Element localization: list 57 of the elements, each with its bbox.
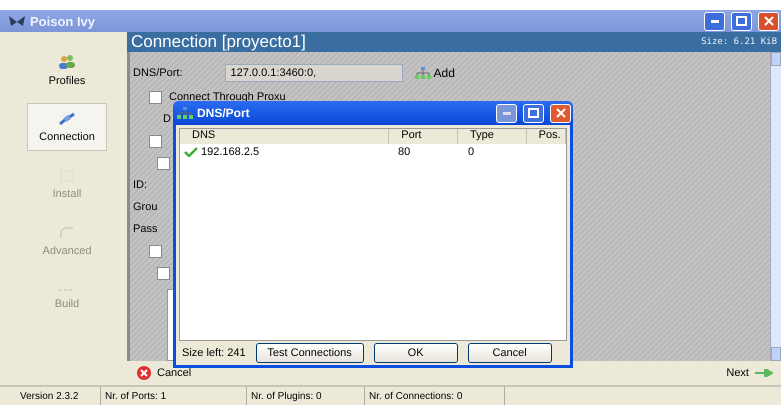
network-icon (177, 107, 193, 119)
checkbox-label: Connect Through Proxu (169, 91, 286, 103)
field-label: D (163, 113, 171, 125)
sidebar-item[interactable]: Profiles (27, 46, 107, 94)
type-cell-text: 0 (467, 146, 476, 158)
field-label: Pass (133, 223, 158, 235)
add-button[interactable]: Add (414, 66, 455, 80)
close-icon (556, 108, 566, 118)
checkbox[interactable] (157, 156, 170, 170)
status-text: Nr. of Ports: 1 (101, 387, 247, 405)
checkbox[interactable] (149, 134, 162, 148)
maximize-button[interactable] (731, 12, 752, 30)
column-header[interactable]: Pos. (526, 129, 566, 144)
cancel-button[interactable]: Cancel (137, 366, 192, 380)
maximize-button[interactable] (523, 104, 544, 122)
plug-icon (58, 112, 76, 126)
close-icon (764, 16, 774, 26)
port-cell-text: 80 (397, 146, 412, 158)
dns-cell: 192.168.2.5 (180, 146, 394, 158)
dialog-button[interactable]: Test Connections (256, 343, 364, 363)
status-text: Version 2.3.2 (16, 387, 101, 405)
checkbox[interactable] (157, 266, 170, 280)
dialog-title: DNS/Port (197, 106, 251, 120)
section-title: Connection [proyecto1] (131, 32, 306, 52)
check-icon (184, 147, 198, 157)
close-circle-icon (137, 366, 151, 380)
maximize-icon (736, 16, 747, 26)
people-icon (58, 54, 76, 70)
butterfly-icon (8, 14, 26, 28)
next-button[interactable]: Next (726, 367, 773, 379)
minimize-icon (502, 112, 510, 114)
field-label: ID: (133, 179, 148, 191)
window-title: Poison Ivy (30, 14, 96, 28)
scrollbar[interactable] (770, 52, 781, 361)
checkbox[interactable] (149, 90, 162, 104)
minimize-icon (710, 20, 718, 22)
arrow-right-icon (755, 369, 773, 377)
size-label: Size: 6.21 KiB (701, 37, 777, 47)
dialog-button[interactable]: Cancel (468, 343, 552, 363)
sidebar-item[interactable]: Connection (27, 103, 107, 151)
size-left-label: Size left: 241 (182, 347, 246, 359)
checkbox[interactable] (149, 244, 162, 258)
field-label: Grou (133, 201, 158, 213)
close-button[interactable] (758, 12, 779, 30)
dns-port-field[interactable]: 127.0.0.1:3460:0, (224, 64, 403, 82)
field-label: DNS/Port: (133, 67, 183, 79)
dialog-button[interactable]: OK (374, 343, 458, 363)
close-button[interactable] (550, 104, 571, 122)
column-header[interactable]: DNS (180, 129, 390, 144)
network-add-icon (414, 67, 431, 79)
minimize-button[interactable] (704, 12, 725, 30)
minimize-button[interactable] (496, 104, 517, 122)
maximize-icon (528, 108, 539, 118)
status-text: Nr. of Connections: 0 (365, 387, 505, 405)
column-header[interactable]: Type (458, 129, 527, 144)
column-header[interactable]: Port (389, 129, 458, 144)
status-text: Nr. of Plugins: 0 (247, 387, 365, 405)
